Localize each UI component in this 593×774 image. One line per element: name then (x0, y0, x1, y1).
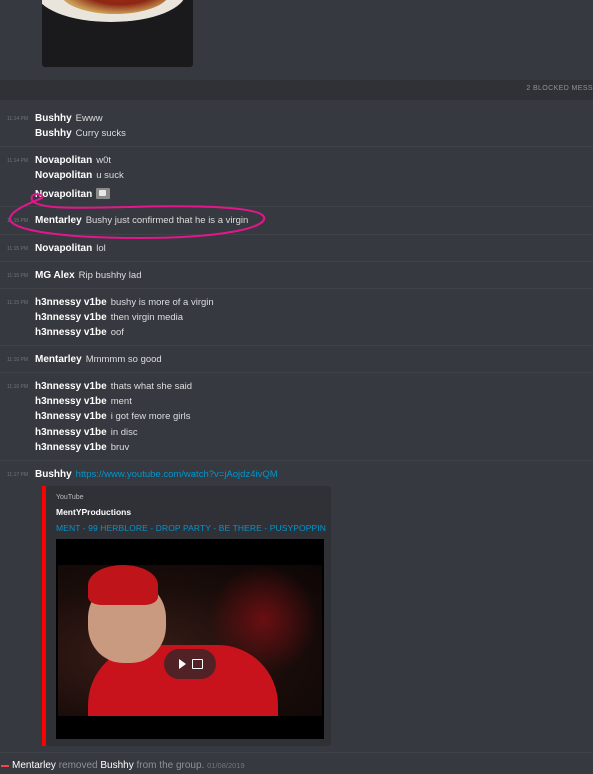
author-name[interactable]: Novapolitan (35, 188, 111, 200)
timestamp: 11:15 PM (7, 218, 29, 224)
message-link[interactable]: https://www.youtube.com/watch?v=jAojdz4i… (76, 469, 278, 480)
message-text: Curry sucks (75, 128, 126, 139)
timestamp: 11:15 PM (7, 246, 29, 252)
leave-arrow-icon (1, 765, 9, 767)
play-icon (179, 659, 186, 669)
timestamp: 11:15 PM (7, 273, 29, 279)
message-text: ment (110, 396, 132, 407)
video-player[interactable] (56, 539, 324, 739)
embed-provider: YouTube (56, 494, 84, 501)
message-text: w0t (96, 155, 112, 166)
embed-author[interactable]: MentYProductions (56, 507, 131, 517)
play-button[interactable] (164, 649, 216, 679)
author-name[interactable]: Bushhy https://www.youtube.com/watch?v=jA… (35, 469, 278, 480)
author-name[interactable]: h3nnessy v1be bushy is more of a virgin (35, 297, 214, 308)
system-actor[interactable]: Mentarley (12, 760, 56, 771)
message-text: Bushy just confirmed that he is a virgin (85, 215, 249, 226)
author-name[interactable]: h3nnessy v1be ment (35, 396, 132, 407)
author-name[interactable]: Novapolitan lol (35, 243, 106, 254)
video-thumbnail[interactable] (58, 565, 322, 716)
message-text: Mmmmm so good (85, 354, 162, 365)
author-name[interactable]: h3nnessy v1be then virgin media (35, 312, 183, 323)
message-divider (0, 372, 593, 373)
timestamp: 11:16 PM (7, 384, 29, 390)
message-text: thats what she said (110, 381, 193, 392)
timestamp: 11:14 PM (7, 116, 29, 122)
author-name[interactable]: Mentarley Bushy just confirmed that he is… (35, 215, 248, 226)
message-divider (0, 288, 593, 289)
blocked-messages-label: 2 BLOCKED MESS (526, 85, 593, 92)
author-name[interactable]: Novapolitan w0t (35, 155, 111, 166)
image-icon[interactable] (96, 188, 111, 199)
blocked-messages-bar[interactable]: 2 BLOCKED MESS (0, 80, 593, 100)
author-name[interactable]: h3nnessy v1be in disc (35, 427, 138, 438)
message-text: bruv (110, 442, 130, 453)
message-divider (0, 146, 593, 147)
message-text: in disc (110, 427, 138, 438)
message-text: lol (96, 243, 106, 254)
system-action: removed (58, 760, 98, 771)
author-name[interactable]: h3nnessy v1be bruv (35, 442, 129, 453)
message-text: then virgin media (110, 312, 184, 323)
message-text: i got few more girls (110, 411, 191, 422)
author-name[interactable]: Bushhy Curry sucks (35, 128, 126, 139)
message-divider (0, 206, 593, 207)
author-name[interactable]: Bushhy Ewww (35, 113, 103, 124)
attachment-image[interactable] (42, 0, 193, 67)
timestamp: 11:16 PM (7, 357, 29, 363)
author-name[interactable]: MG Alex Rip bushhy lad (35, 270, 142, 281)
message-text: bushy is more of a virgin (110, 297, 214, 308)
message-text: oof (110, 327, 124, 338)
message-divider (0, 345, 593, 346)
author-name[interactable]: h3nnessy v1be thats what she said (35, 381, 192, 392)
author-name[interactable]: Mentarley Mmmmm so good (35, 354, 162, 365)
youtube-embed: YouTube MentYProductions MENT - 99 HERBL… (42, 486, 331, 746)
system-suffix: from the group. (136, 760, 205, 771)
message-divider (0, 261, 593, 262)
external-link-icon[interactable] (192, 659, 203, 669)
thumbnail-cap (88, 565, 158, 605)
author-name[interactable]: h3nnessy v1be i got few more girls (35, 411, 190, 422)
message-text: u suck (96, 170, 124, 181)
message-divider (0, 234, 593, 235)
system-target[interactable]: Bushhy (100, 760, 133, 771)
message-divider (0, 460, 593, 461)
timestamp: 11:15 PM (7, 300, 29, 306)
author-name[interactable]: Novapolitan u suck (35, 170, 124, 181)
timestamp: 11:17 PM (7, 472, 29, 478)
system-date: 01/08/2019 (207, 761, 245, 770)
author-name[interactable]: h3nnessy v1be oof (35, 327, 124, 338)
message-text: Ewww (75, 113, 103, 124)
embed-title[interactable]: MENT - 99 HERBLORE - DROP PARTY - BE THE… (56, 523, 326, 533)
message-divider (0, 752, 593, 753)
message-text: Rip bushhy lad (78, 270, 142, 281)
timestamp: 11:14 PM (7, 158, 29, 164)
